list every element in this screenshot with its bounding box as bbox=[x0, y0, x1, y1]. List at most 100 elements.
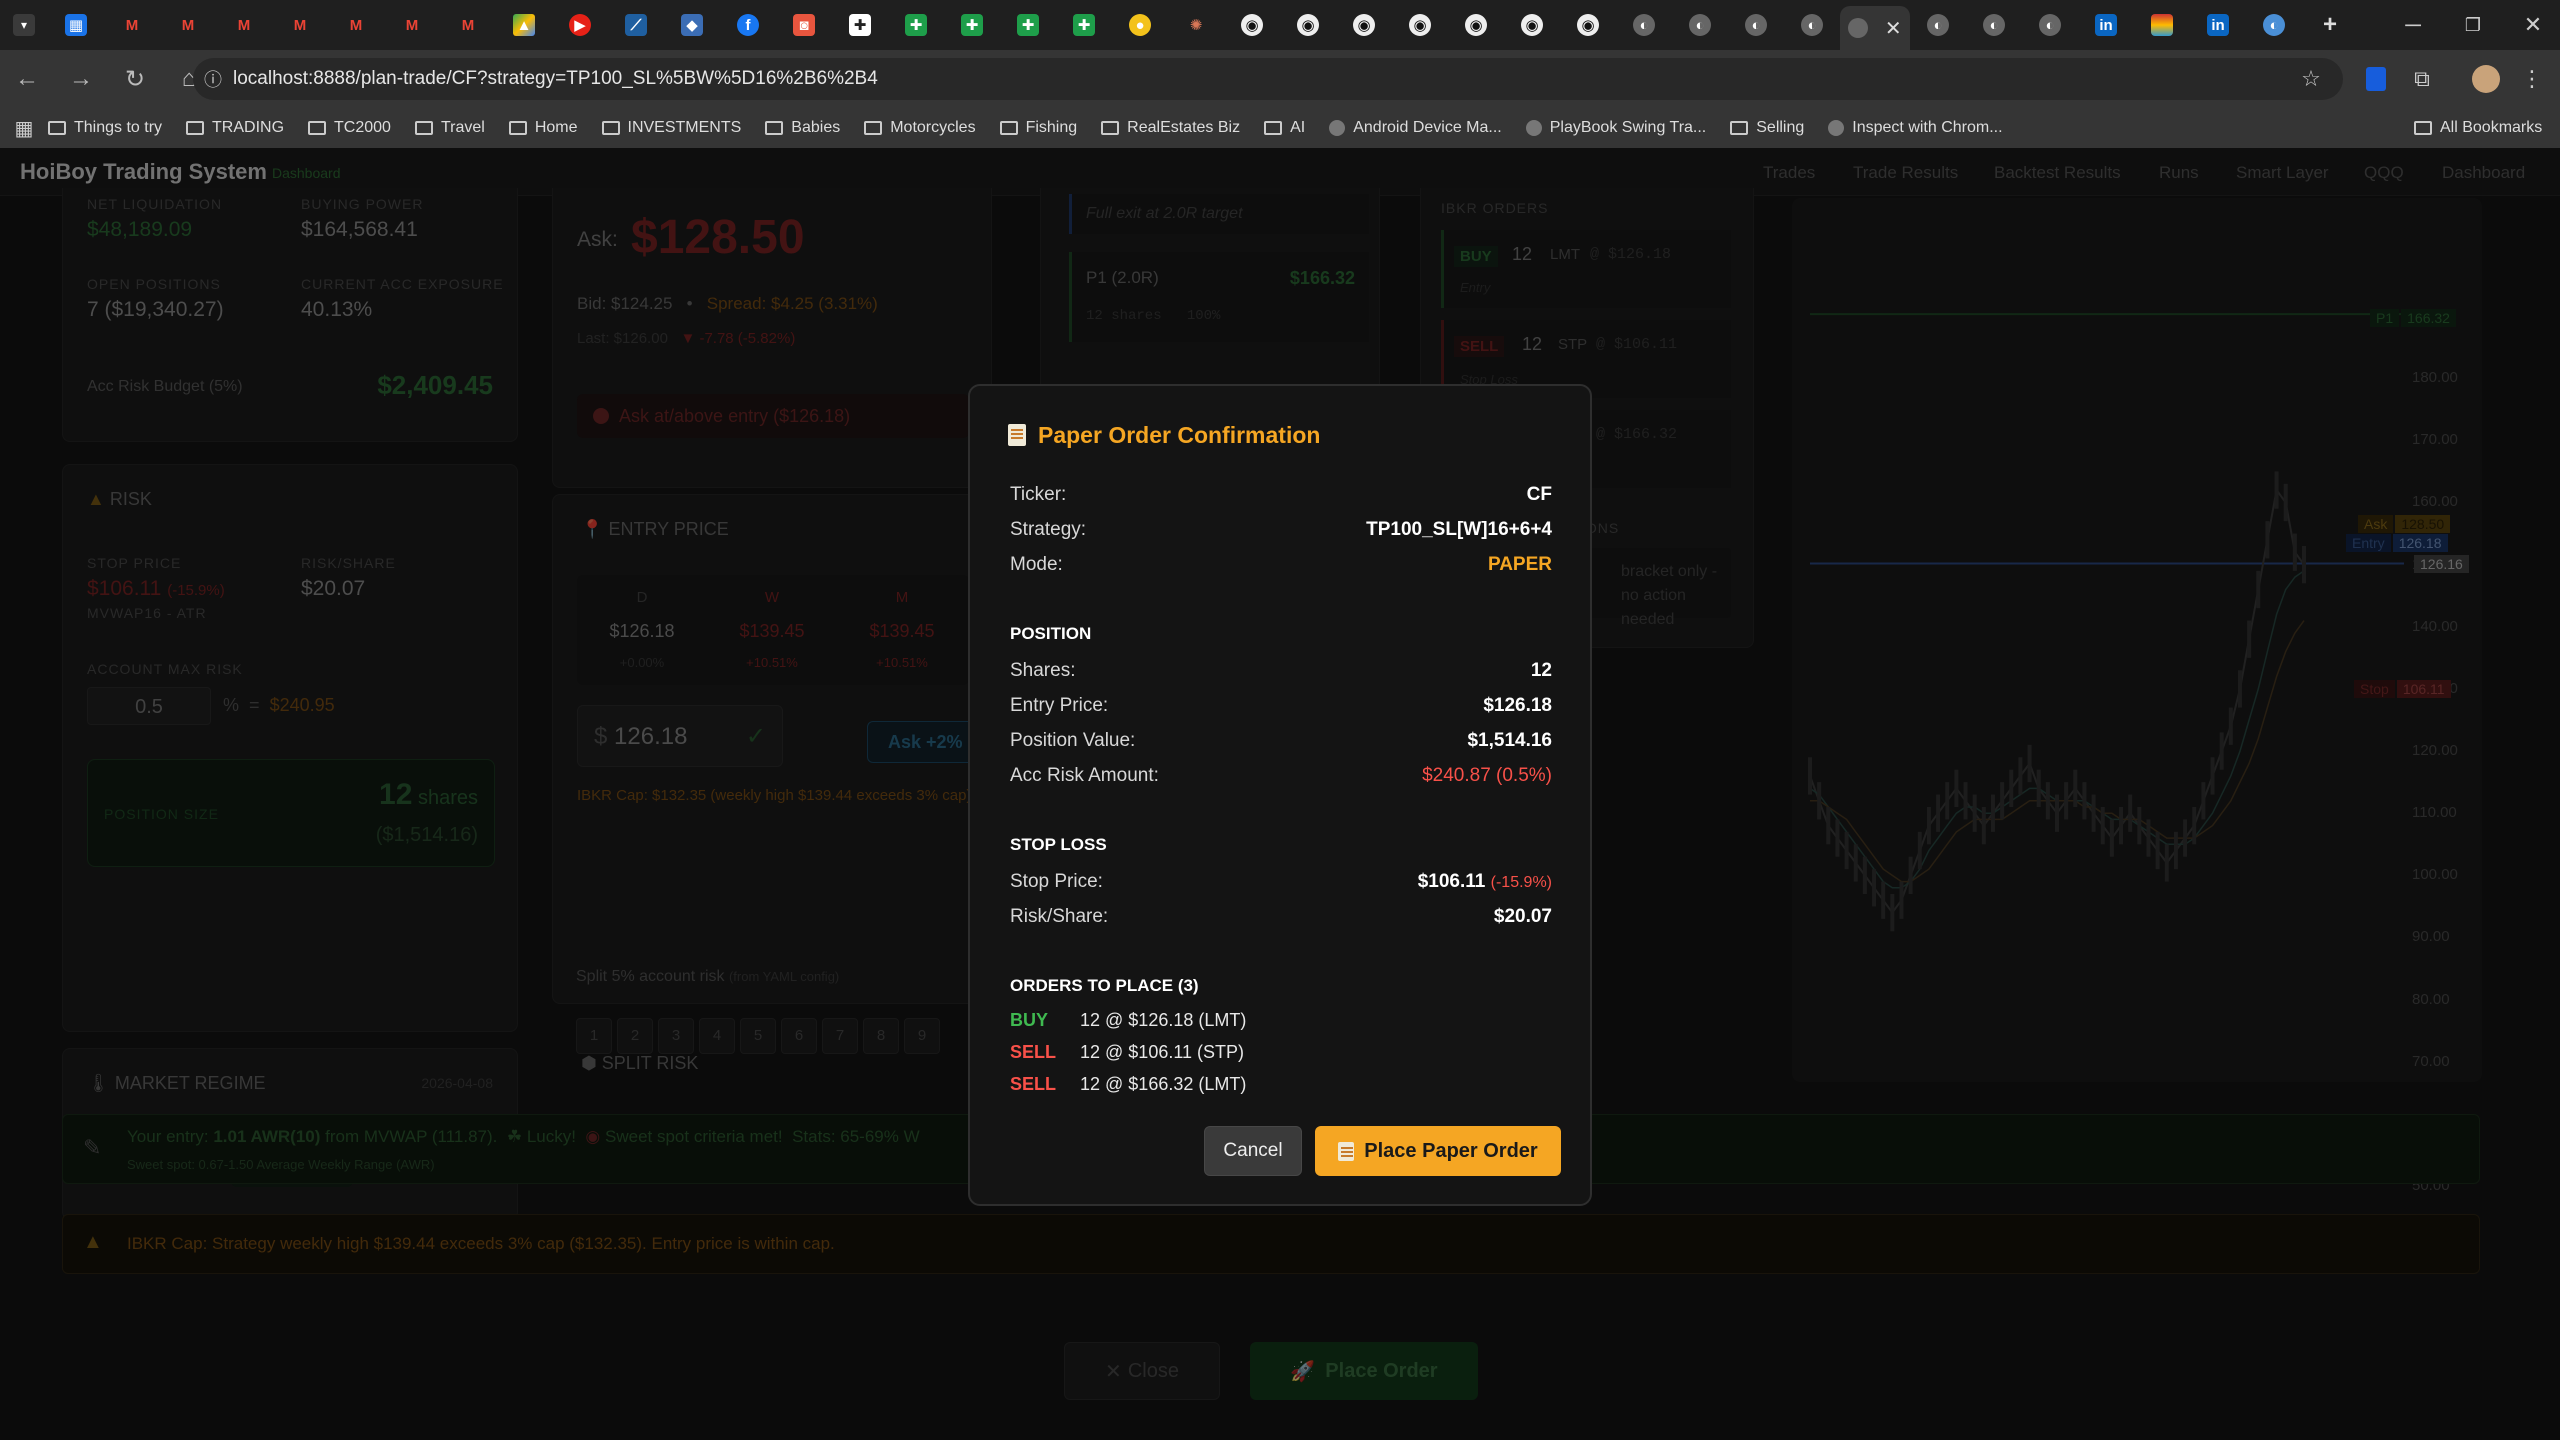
modal-orders-header: ORDERS TO PLACE (3) bbox=[1010, 976, 1199, 995]
back-icon[interactable]: ← bbox=[0, 50, 54, 108]
tab-calendar[interactable]: ▦ bbox=[48, 0, 104, 50]
bookmark-item[interactable]: RealEstates Biz bbox=[1101, 119, 1240, 137]
site-info-icon[interactable]: ⓘ bbox=[193, 66, 233, 92]
modal-order-stop: SELL 12 @ $106.11 (STP) bbox=[1010, 1042, 1245, 1062]
tab-globe[interactable]: ◐ bbox=[2022, 0, 2078, 50]
tab-gmail[interactable]: M bbox=[440, 0, 496, 50]
modal-risk-row: Acc Risk Amount: $240.87 (0.5%) bbox=[1010, 765, 1552, 786]
tab-globe[interactable]: ◐ bbox=[2246, 0, 2302, 50]
tab-gmail[interactable]: M bbox=[160, 0, 216, 50]
tab-sheets[interactable]: ✚ bbox=[944, 0, 1000, 50]
bookmark-item[interactable]: Motorcycles bbox=[864, 119, 976, 137]
close-window-icon[interactable]: ✕ bbox=[2490, 0, 2560, 50]
tab-github[interactable]: ◉ bbox=[1504, 0, 1560, 50]
bookmark-item[interactable]: Travel bbox=[414, 119, 485, 137]
tab-gmail[interactable]: M bbox=[104, 0, 160, 50]
tab-linkedin[interactable]: in bbox=[2190, 0, 2246, 50]
modal-entry-row: Entry Price: $126.18 bbox=[1010, 695, 1552, 716]
modal-pv-row: Position Value: $1,514.16 bbox=[1010, 730, 1552, 751]
bookmark-item[interactable]: TRADING bbox=[186, 119, 284, 137]
tab-globe[interactable]: ◐ bbox=[1672, 0, 1728, 50]
tab-globe[interactable]: ◐ bbox=[1966, 0, 2022, 50]
tab-gmail[interactable]: M bbox=[384, 0, 440, 50]
tab-coin[interactable]: ● bbox=[1112, 0, 1168, 50]
bookmark-item[interactable]: Babies bbox=[765, 119, 840, 137]
bitwarden-extension-icon[interactable] bbox=[2352, 58, 2400, 100]
folder-icon bbox=[2414, 121, 2432, 135]
modal-stop-row: Stop Price: $106.11 (-15.9%) bbox=[1010, 871, 1552, 892]
apps-grid-icon[interactable]: ▦ bbox=[0, 116, 48, 141]
folder-icon bbox=[1730, 121, 1749, 135]
new-tab-button[interactable]: + bbox=[2302, 0, 2358, 50]
bookmark-item[interactable]: Android Device Ma... bbox=[1329, 119, 1502, 137]
tab-plus[interactable]: ✚ bbox=[832, 0, 888, 50]
address-bar[interactable]: ⓘ localhost:8888/plan-trade/CF?strategy=… bbox=[193, 58, 2343, 100]
paper-order-modal: Paper Order Confirmation Ticker: CF Strat… bbox=[968, 384, 1592, 1206]
site-icon bbox=[1828, 120, 1845, 136]
folder-icon bbox=[508, 121, 527, 135]
tab-github[interactable]: ◉ bbox=[1280, 0, 1336, 50]
tab-drive[interactable]: ▲ bbox=[496, 0, 552, 50]
reload-icon[interactable]: ↻ bbox=[108, 50, 162, 108]
folder-icon bbox=[1101, 121, 1120, 135]
folder-icon bbox=[1264, 121, 1283, 135]
tab-github[interactable]: ◉ bbox=[1560, 0, 1616, 50]
browser-tab-strip: ▾ ▦ M M M M M M M ▲ ▶ ⟋ ◆ f ◙ ✚ ✚ ✚ ✚ ✚ … bbox=[0, 0, 2560, 50]
bookmark-item[interactable]: Things to try bbox=[48, 119, 162, 137]
folder-icon bbox=[601, 121, 620, 135]
tab-shield[interactable]: ◆ bbox=[664, 0, 720, 50]
tab-gmail[interactable]: M bbox=[272, 0, 328, 50]
bookmark-item[interactable]: AI bbox=[1264, 119, 1305, 137]
bookmark-item[interactable]: Home bbox=[508, 119, 578, 137]
tab-github[interactable]: ◉ bbox=[1392, 0, 1448, 50]
modal-order-target: SELL 12 @ $166.32 (LMT) bbox=[1010, 1074, 1247, 1094]
bookmark-item[interactable]: INVESTMENTS bbox=[601, 119, 741, 137]
all-bookmarks[interactable]: All Bookmarks bbox=[2414, 119, 2542, 137]
tab-flag[interactable] bbox=[2134, 0, 2190, 50]
tab-github[interactable]: ◉ bbox=[1448, 0, 1504, 50]
tab-globe[interactable]: ◐ bbox=[1910, 0, 1966, 50]
modal-mode-row: Mode: PAPER bbox=[1010, 554, 1552, 575]
tab-app[interactable]: ⟋ bbox=[608, 0, 664, 50]
bookmarks-bar: ▦ Things to try TRADING TC2000 Travel Home IN… bbox=[0, 108, 2560, 148]
cancel-button[interactable]: Cancel bbox=[1204, 1126, 1302, 1176]
folder-icon bbox=[864, 121, 883, 135]
place-paper-order-button[interactable]: Place Paper Order bbox=[1315, 1126, 1561, 1176]
tab-sheets[interactable]: ✚ bbox=[1056, 0, 1112, 50]
close-tab-icon[interactable]: ✕ bbox=[1885, 16, 1902, 41]
forward-icon[interactable]: → bbox=[54, 50, 108, 108]
tab-sheets[interactable]: ✚ bbox=[1000, 0, 1056, 50]
url-text[interactable]: localhost:8888/plan-trade/CF?strategy=TP… bbox=[233, 68, 878, 90]
bookmark-item[interactable]: Selling bbox=[1730, 119, 1804, 137]
modal-order-buy: BUY 12 @ $126.18 (LMT) bbox=[1010, 1010, 1247, 1030]
bookmark-item[interactable]: PlayBook Swing Tra... bbox=[1525, 119, 1706, 137]
tab-sheets[interactable]: ✚ bbox=[888, 0, 944, 50]
folder-icon bbox=[48, 121, 66, 135]
document-icon bbox=[1338, 1141, 1355, 1161]
extensions-icon[interactable]: ⧉ bbox=[2398, 58, 2446, 100]
tab-gmail[interactable]: M bbox=[216, 0, 272, 50]
tab-active[interactable]: ✕ bbox=[1840, 6, 1910, 50]
bookmark-star-icon[interactable]: ☆ bbox=[2287, 58, 2335, 100]
folder-icon bbox=[414, 121, 433, 135]
avatar[interactable] bbox=[2462, 58, 2510, 100]
tab-gmail[interactable]: M bbox=[328, 0, 384, 50]
bookmark-item[interactable]: TC2000 bbox=[308, 119, 391, 137]
modal-strategy-row: Strategy: TP100_SL[W]16+6+4 bbox=[1010, 519, 1552, 540]
tab-globe[interactable]: ◐ bbox=[1784, 0, 1840, 50]
tab-globe[interactable]: ◐ bbox=[1616, 0, 1672, 50]
tab-github[interactable]: ◉ bbox=[1336, 0, 1392, 50]
modal-stop-header: STOP LOSS bbox=[1010, 835, 1107, 854]
tab-facebook[interactable]: f bbox=[720, 0, 776, 50]
bookmark-item[interactable]: Fishing bbox=[999, 119, 1077, 137]
tab-search-button[interactable]: ▾ bbox=[0, 0, 48, 50]
tab-github[interactable]: ◉ bbox=[1224, 0, 1280, 50]
tab-ig[interactable]: ◙ bbox=[776, 0, 832, 50]
tab-linkedin[interactable]: in bbox=[2078, 0, 2134, 50]
tab-globe[interactable]: ◐ bbox=[1728, 0, 1784, 50]
menu-icon[interactable]: ⋮ bbox=[2508, 58, 2556, 100]
folder-icon bbox=[186, 121, 205, 135]
tab-claude[interactable]: ✺ bbox=[1168, 0, 1224, 50]
tab-youtube[interactable]: ▶ bbox=[552, 0, 608, 50]
bookmark-item[interactable]: Inspect with Chrom... bbox=[1828, 119, 2003, 137]
